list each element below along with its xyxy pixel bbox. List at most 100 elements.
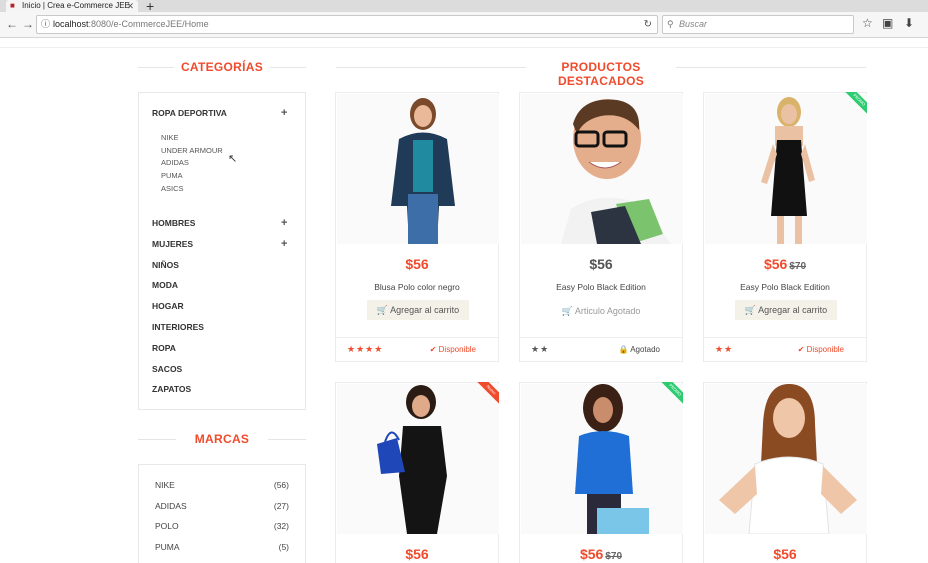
mouse-cursor-icon: ↖ [228,153,238,165]
divider [0,47,928,48]
brand-count: (27) [273,501,289,511]
divider [520,337,682,338]
add-to-cart-button[interactable]: 🛒 Agregar al carrito [367,300,469,320]
search-placeholder: Buscar [679,19,708,29]
product-card[interactable]: PROMO $56 $70 Easy Polo Black Edition 🛒 A… [703,92,867,362]
browser-tab-bar: ■ Inicio | Crea e-Commerce JEE ✕ + [0,0,928,14]
brands-title: MARCAS [194,432,250,446]
product-card[interactable]: $56 [703,382,867,563]
brand-count: (32) [273,521,289,531]
subcategory-adidas[interactable]: ADIDAS [161,158,189,167]
cart-icon: 🛒 [561,306,573,316]
expand-plus-icon[interactable]: + [281,108,287,119]
product-name[interactable]: Blusa Polo color negro [336,282,498,292]
expand-plus-icon[interactable]: + [281,239,287,250]
out-of-stock-label: 🛒 Articulo Agotado [561,306,641,316]
category-ropa[interactable]: ROPA [152,343,176,353]
pocket-icon[interactable]: ▣ [882,16,893,30]
divider [704,337,866,338]
url-host: localhost [53,19,89,29]
bookmark-star-icon[interactable]: ☆ [862,16,873,30]
product-price: $56 [589,256,613,272]
brand-count: (56) [273,480,289,490]
rating-stars: ★★ [531,344,550,354]
brand-count: (5) [278,542,289,552]
browser-tab[interactable]: ■ Inicio | Crea e-Commerce JEE ✕ [6,0,138,12]
category-sacos[interactable]: SACOS [152,364,182,374]
reload-icon[interactable]: ↻ [644,16,652,33]
subcategory-puma[interactable]: PUMA [161,171,183,180]
product-price: $56 [405,546,429,562]
expand-plus-icon[interactable]: + [281,218,287,229]
close-tab-icon[interactable]: ✕ [126,0,134,12]
brand-nike[interactable]: NIKE [155,480,175,490]
product-image[interactable] [521,94,683,244]
brands-panel: NIKE (56) ADIDAS (27) POLO (32) PUMA (5) [138,464,306,563]
rating-stars: ★★ [715,344,734,354]
favicon-icon: ■ [10,1,15,10]
product-image[interactable] [337,94,499,244]
info-icon: ⓘ [41,19,51,29]
subcategory-asics[interactable]: ASICS [161,184,184,193]
product-name[interactable]: Easy Polo Black Edition [704,282,866,292]
subcategory-nike[interactable]: NIKE [161,133,179,142]
product-card[interactable]: Nuevo $56 [335,382,499,563]
category-ninos[interactable]: NIÑOS [152,260,179,270]
divider [270,67,306,68]
brand-adidas[interactable]: ADIDAS [155,501,187,511]
new-ribbon: Nuevo [473,382,499,408]
divider [336,337,498,338]
category-hombres[interactable]: HOMBRES [152,218,195,228]
browser-nav-bar: ← → ⓘ localhost:8080/e-CommerceJEE/Home … [0,12,928,38]
brand-puma[interactable]: PUMA [155,542,180,552]
category-mujeres[interactable]: MUJERES [152,239,193,249]
search-icon: ⚲ [667,19,674,29]
old-price: $70 [605,551,623,562]
promo-ribbon: PROMO [841,92,867,118]
rating-stars: ★★★★ [347,344,384,354]
forward-icon[interactable]: → [22,17,34,31]
page-content: CATEGORÍAS ROPA DEPORTIVA + NIKE UNDER A… [0,39,928,563]
category-interiores[interactable]: INTERIORES [152,322,204,332]
product-name[interactable]: Easy Polo Black Edition [520,282,682,292]
product-image[interactable] [705,384,867,534]
divider [336,67,526,68]
availability-status: 🔒 Agotado [618,345,660,354]
download-icon[interactable]: ⬇ [904,16,914,30]
search-input[interactable]: ⚲ Buscar [662,15,854,34]
product-price: $56 $70 [763,256,807,272]
product-price: $56 [773,546,797,562]
promo-ribbon: PROMO [657,382,683,408]
category-moda[interactable]: MODA [152,280,178,290]
category-hogar[interactable]: HOGAR [152,301,184,311]
product-card[interactable]: $56 Easy Polo Black Edition 🛒 Articulo A… [519,92,683,362]
categories-panel: ROPA DEPORTIVA + NIKE UNDER ARMOUR ADIDA… [138,92,306,410]
url-bar[interactable]: ⓘ localhost:8080/e-CommerceJEE/Home ↻ [36,15,658,34]
subcategory-under-armour[interactable]: UNDER ARMOUR [161,146,223,155]
category-ropa-deportiva[interactable]: ROPA DEPORTIVA [152,108,227,118]
add-to-cart-button[interactable]: 🛒 Agregar al carrito [735,300,837,320]
availability-status: ✔ Disponible [429,345,476,354]
check-circle-icon: ✔ [797,345,805,354]
products-title: PRODUCTOS DESTACADOS [557,60,645,88]
check-circle-icon: ✔ [429,345,437,354]
divider [138,439,176,440]
product-price: $56 [405,256,429,272]
url-path: :8080/e-CommerceJEE/Home [88,19,209,29]
tab-title: Inicio | Crea e-Commerce JEE [22,1,130,10]
divider [268,439,306,440]
brand-polo[interactable]: POLO [155,521,179,531]
divider [676,67,866,68]
cart-icon: 🛒 [376,305,389,315]
old-price: $70 [789,261,807,272]
category-zapatos[interactable]: ZAPATOS [152,384,191,394]
product-card[interactable]: PROMO $56 $70 [519,382,683,563]
product-card[interactable]: $56 Blusa Polo color negro 🛒 Agregar al … [335,92,499,362]
back-icon[interactable]: ← [6,17,18,31]
categories-title: CATEGORÍAS [180,60,264,74]
cart-icon: 🛒 [744,305,757,315]
product-price: $56 $70 [579,546,623,562]
divider [138,67,174,68]
lock-icon: 🔒 [618,345,629,354]
availability-status: ✔ Disponible [797,345,844,354]
